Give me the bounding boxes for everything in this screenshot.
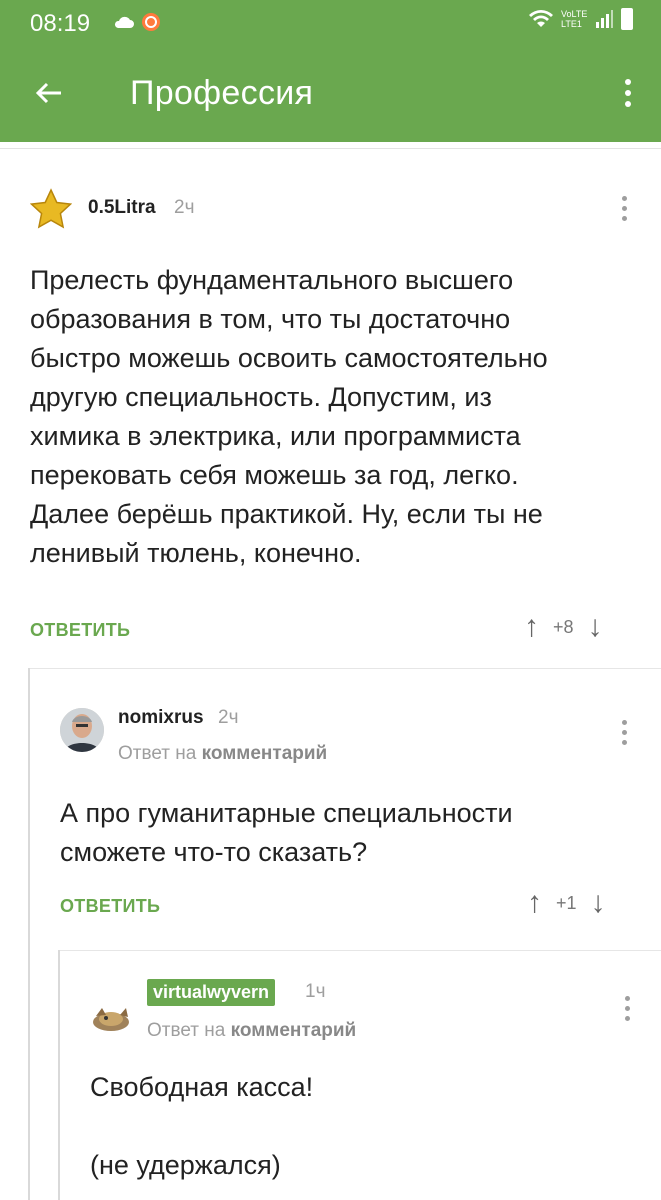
divider xyxy=(28,668,661,669)
divider xyxy=(58,950,661,951)
comment-text: Свободная касса! (не удержался) xyxy=(90,1072,314,1180)
app-bar: Профессия xyxy=(0,48,661,142)
comment-text: А про гуманитарные специальности сможете… xyxy=(60,798,513,867)
cloud-icon xyxy=(114,16,134,28)
comment-time: 2ч xyxy=(218,707,239,728)
creature-icon[interactable] xyxy=(90,1002,132,1036)
comment-time: 2ч xyxy=(174,197,195,218)
vote-controls: ↑ +8 ↓ xyxy=(524,612,603,642)
status-left-icons xyxy=(113,10,161,33)
upvote-icon[interactable]: ↑ xyxy=(524,612,539,642)
comment-more-button[interactable] xyxy=(620,988,634,1028)
status-right-icons: VoLTE LTE1 xyxy=(529,8,633,30)
user-photo-icon xyxy=(60,708,104,752)
comment-more-button[interactable] xyxy=(617,188,631,228)
status-time: 08:19 xyxy=(30,10,91,37)
reply-button[interactable]: ОТВЕТИТЬ xyxy=(60,896,160,917)
upvote-icon[interactable]: ↑ xyxy=(527,888,542,918)
comment-score: +1 xyxy=(556,892,577,913)
reply-to-link[interactable]: Ответ на комментарий xyxy=(147,1020,356,1042)
comment-more-button[interactable] xyxy=(617,712,631,752)
reply-to-link[interactable]: Ответ на комментарий xyxy=(118,743,327,765)
more-menu-button[interactable] xyxy=(617,70,639,116)
divider xyxy=(0,148,661,149)
more-vertical-icon xyxy=(617,188,631,228)
comment-author[interactable]: nomixrus xyxy=(118,707,204,729)
status-bar: 08:19 VoLTE LTE1 xyxy=(0,0,661,48)
thread-line xyxy=(28,668,30,1200)
signal-icon xyxy=(596,10,613,28)
avatar[interactable] xyxy=(60,708,104,752)
wifi-icon xyxy=(529,10,553,27)
comment-time: 1ч xyxy=(305,981,326,1002)
thread-line xyxy=(58,950,60,1200)
vote-controls: ↑ +1 ↓ xyxy=(527,888,606,918)
more-vertical-icon xyxy=(620,988,634,1028)
reply-button[interactable]: ОТВЕТИТЬ xyxy=(30,620,130,641)
comment-author[interactable]: 0.5Litra xyxy=(88,197,156,219)
comment-author-badge[interactable]: virtualwyvern xyxy=(147,979,276,1006)
comment-score: +8 xyxy=(553,616,574,637)
downvote-icon[interactable]: ↓ xyxy=(588,612,603,642)
page-title: Профессия xyxy=(130,74,314,112)
comment-text: Прелесть фундаментального высшего образо… xyxy=(30,265,548,568)
more-vertical-icon xyxy=(617,70,639,116)
more-vertical-icon xyxy=(617,712,631,752)
battery-icon xyxy=(621,8,633,30)
downvote-icon[interactable]: ↓ xyxy=(591,888,606,918)
back-button[interactable] xyxy=(26,70,72,116)
star-icon xyxy=(30,188,72,229)
arrow-left-icon xyxy=(35,82,61,104)
network-label: VoLTE LTE1 xyxy=(561,9,588,29)
notification-icon xyxy=(141,12,160,31)
